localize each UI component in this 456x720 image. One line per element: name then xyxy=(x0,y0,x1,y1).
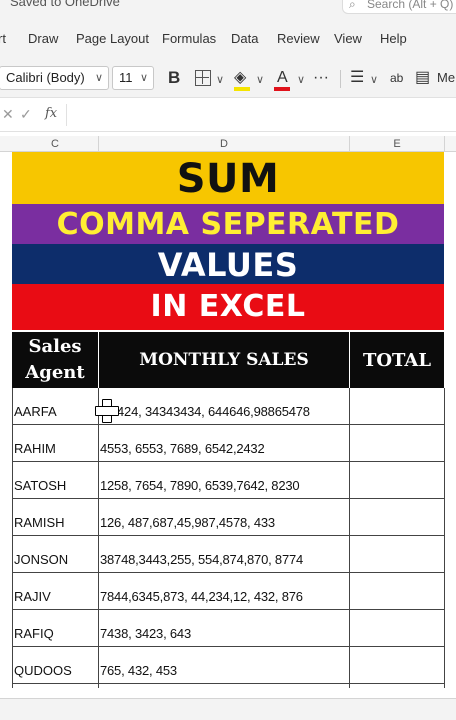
total-cell[interactable] xyxy=(350,425,444,462)
sales-cell[interactable]: 4553, 6553, 7689, 6542,2432 xyxy=(100,425,350,462)
tab-data[interactable]: Data xyxy=(231,31,258,46)
tab-review[interactable]: Review xyxy=(277,31,320,46)
total-cell[interactable] xyxy=(350,462,444,499)
banner-in-excel: IN EXCEL xyxy=(12,284,444,330)
tab-help[interactable]: Help xyxy=(380,31,407,46)
worksheet-grid[interactable]: SUM COMMA SEPERATED VALUES IN EXCEL Sale… xyxy=(0,152,456,698)
column-header-d[interactable]: D xyxy=(99,136,350,152)
search-icon: ⌕ xyxy=(349,0,356,11)
fill-color-swatch xyxy=(234,87,250,91)
font-color-swatch xyxy=(274,87,290,91)
font-size-value: 11 xyxy=(119,70,133,85)
table-row: JONSON 38748,3443,255, 554,874,870, 8774 xyxy=(12,536,444,573)
column-header-e[interactable]: E xyxy=(350,136,445,152)
chevron-down-icon[interactable]: ∨ xyxy=(370,70,378,90)
sales-cell[interactable]: 765, 432, 453 xyxy=(100,647,350,684)
agent-cell[interactable]: RAHIM xyxy=(14,425,98,462)
chevron-down-icon[interactable]: ∨ xyxy=(216,70,224,90)
chevron-down-icon: ∨ xyxy=(139,72,148,84)
more-options-button[interactable]: ··· xyxy=(313,68,329,88)
agent-cell[interactable]: RAMISH xyxy=(14,499,98,536)
chevron-down-icon: ∨ xyxy=(94,72,103,84)
cell-select-cursor-icon xyxy=(95,399,119,423)
font-color-button[interactable]: A xyxy=(277,68,288,88)
ribbon-toolbar: Calibri (Body) ∨ 11 ∨ B ∨ ◈ ∨ A ∨ ··· ☰ … xyxy=(0,58,456,98)
total-cell[interactable] xyxy=(350,573,444,610)
agent-cell[interactable]: QUDOOS xyxy=(14,647,98,684)
formula-input[interactable] xyxy=(66,104,454,126)
total-cell[interactable] xyxy=(350,610,444,647)
header-monthly-sales[interactable]: MONTHLY SALES xyxy=(99,332,349,388)
merge-button-label[interactable]: Me xyxy=(437,68,455,88)
confirm-icon[interactable]: ✓ xyxy=(20,106,32,123)
column-headers: C D E xyxy=(0,136,456,152)
title-bar: Saved to OneDrive ⌕ Search (Alt + Q) xyxy=(0,0,456,22)
toolbar-divider xyxy=(340,70,341,88)
agent-cell[interactable]: RAFIQ xyxy=(14,610,98,647)
column-header-c[interactable]: C xyxy=(12,136,99,152)
fill-color-icon[interactable]: ◈ xyxy=(234,68,246,88)
save-status[interactable]: Saved to OneDrive xyxy=(10,0,120,9)
sales-cell[interactable]: 7438, 3423, 643 xyxy=(100,610,350,647)
align-icon[interactable]: ☰ xyxy=(350,68,364,88)
search-box[interactable]: ⌕ Search (Alt + Q) xyxy=(342,0,456,14)
total-cell[interactable] xyxy=(350,499,444,536)
agent-cell[interactable]: RAJIV xyxy=(14,573,98,610)
table-border xyxy=(444,388,445,688)
sales-cell[interactable]: 126, 487,687,45,987,4578, 433 xyxy=(100,499,350,536)
tab-view[interactable]: View xyxy=(334,31,362,46)
total-cell[interactable] xyxy=(350,388,444,425)
sales-cell[interactable]: 38748,3443,255, 554,874,870, 8774 xyxy=(100,536,350,573)
cancel-icon[interactable]: ✕ xyxy=(2,106,14,123)
font-name-value: Calibri (Body) xyxy=(6,70,85,85)
header-sales-agent[interactable]: Sales Agent xyxy=(12,332,98,388)
total-cell[interactable] xyxy=(350,647,444,684)
banner-sum: SUM xyxy=(12,152,444,204)
agent-cell[interactable]: JONSON xyxy=(14,536,98,573)
chevron-down-icon[interactable]: ∨ xyxy=(297,70,305,90)
table-row: RAJIV 7844,6345,873, 44,234,12, 432, 876 xyxy=(12,573,444,610)
table-row: RAHIM 4553, 6553, 7689, 6542,2432 xyxy=(12,425,444,462)
ribbon-tabs: rt Draw Page Layout Formulas Data Review… xyxy=(0,22,456,58)
table-row: QUDOOS 765, 432, 453 xyxy=(12,647,444,684)
formula-bar: ✕ ✓ fx xyxy=(0,98,456,132)
tab-draw[interactable]: Draw xyxy=(28,31,58,46)
sales-cell[interactable]: 7844,6345,873, 44,234,12, 432, 876 xyxy=(100,573,350,610)
agent-cell[interactable]: SATOSH xyxy=(14,462,98,499)
banner-comma-seperated: COMMA SEPERATED xyxy=(12,204,444,244)
font-size-select[interactable]: 11 ∨ xyxy=(112,66,154,90)
total-cell[interactable] xyxy=(350,536,444,573)
banner-values: VALUES xyxy=(12,244,444,284)
table-row: SATOSH 1258, 7654, 7890, 6539,7642, 8230 xyxy=(12,462,444,499)
status-bar xyxy=(0,698,456,720)
table-row: RAFIQ 7438, 3423, 643 xyxy=(12,610,444,647)
merge-icon[interactable]: ▤ xyxy=(415,68,430,88)
table-row: AARFA 2424, 34343434, 644646,98865478 xyxy=(12,388,444,425)
sales-cell[interactable]: 2424, 34343434, 644646,98865478 xyxy=(100,388,350,425)
sales-cell[interactable]: 1258, 7654, 7890, 6539,7642, 8230 xyxy=(100,462,350,499)
header-total[interactable]: TOTAL xyxy=(350,332,444,388)
wrap-text-button[interactable]: ab xyxy=(390,68,403,88)
tab-formulas[interactable]: Formulas xyxy=(162,31,216,46)
search-placeholder: Search (Alt + Q) xyxy=(367,0,454,11)
function-icon[interactable]: fx xyxy=(45,106,57,121)
tab-page-layout[interactable]: Page Layout xyxy=(76,31,149,46)
borders-icon[interactable] xyxy=(195,70,211,86)
bold-button[interactable]: B xyxy=(168,68,180,88)
tab-insert[interactable]: rt xyxy=(0,31,6,46)
chevron-down-icon[interactable]: ∨ xyxy=(256,70,264,90)
agent-cell[interactable]: AARFA xyxy=(14,388,98,425)
font-name-select[interactable]: Calibri (Body) ∨ xyxy=(0,66,109,90)
table-row: RAMISH 126, 487,687,45,987,4578, 433 xyxy=(12,499,444,536)
